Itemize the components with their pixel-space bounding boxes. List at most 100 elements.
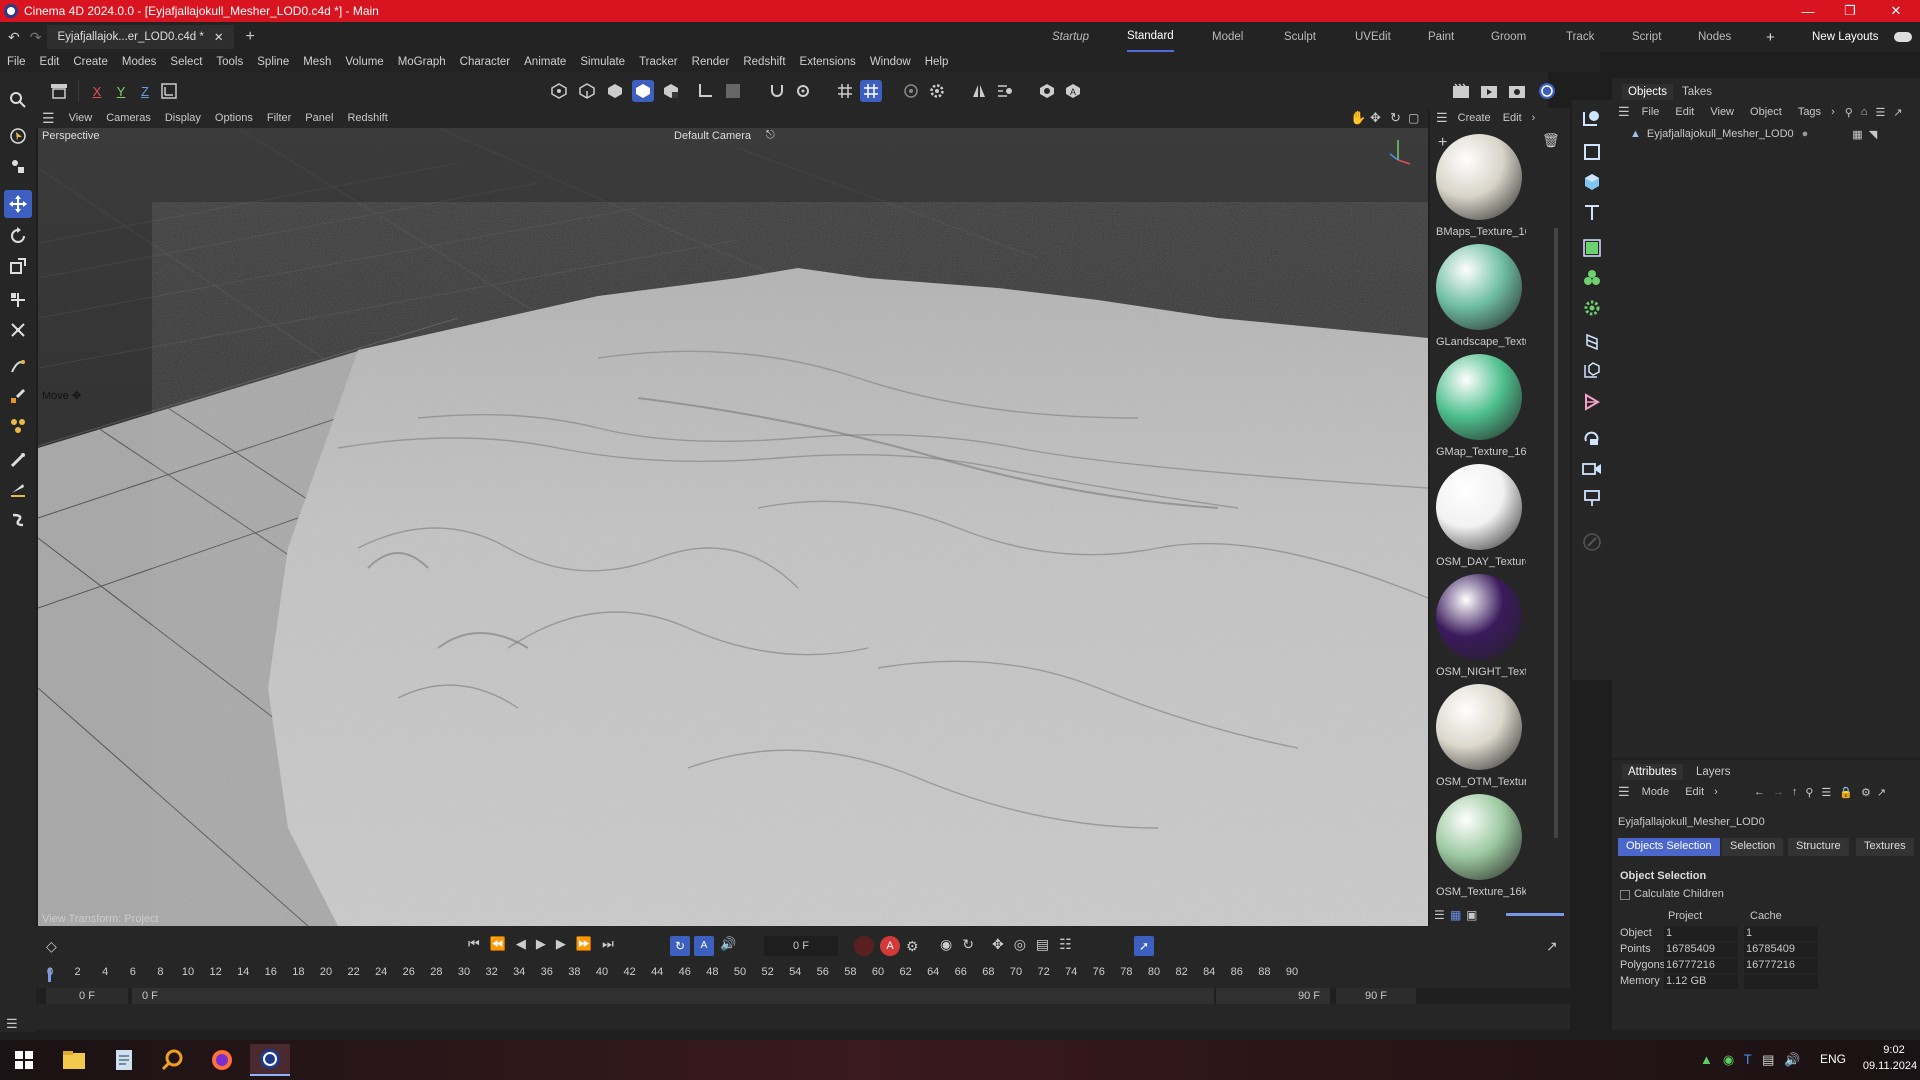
material-tag-icon[interactable]: ◥ [1869, 128, 1877, 141]
layout-startup[interactable]: Startup [1052, 22, 1089, 52]
viewport-menu-panel[interactable]: Panel [305, 112, 333, 124]
menu-simulate[interactable]: Simulate [580, 56, 625, 68]
axis-mode-icon[interactable] [694, 80, 716, 102]
objects-menu-view[interactable]: View [1710, 106, 1734, 118]
object-mode-icon[interactable] [46, 80, 72, 102]
magnet-tool-icon[interactable] [4, 506, 32, 534]
clock-time[interactable]: 9:02 [1874, 1044, 1914, 1056]
material-swatch[interactable]: OSM_NIGHT_Textu [1432, 574, 1526, 684]
search-app-icon[interactable] [152, 1044, 192, 1076]
transform-tool-icon[interactable] [4, 286, 32, 314]
back-arrow-icon[interactable]: ← [1754, 786, 1765, 798]
material-swatch[interactable]: GLandscape_Textu [1432, 244, 1526, 354]
material-swatch[interactable]: OSM_DAY_Texture [1432, 464, 1526, 574]
rotate-tool-icon[interactable] [4, 222, 32, 250]
volume-icon[interactable]: 🔊 [1784, 1052, 1800, 1068]
field-icon[interactable] [1578, 356, 1606, 384]
edges-mode-icon[interactable] [576, 80, 598, 102]
light-object-icon[interactable] [1578, 484, 1606, 512]
attributes-menu-more-icon[interactable]: › [1714, 786, 1718, 798]
keyframe-settings-icon[interactable]: ⚙ [906, 938, 919, 955]
start-frame-field[interactable]: 0 F [46, 988, 128, 1004]
primitive-cube-icon[interactable] [1578, 168, 1606, 196]
menu-mograph[interactable]: MoGraph [398, 56, 446, 68]
windows-start-icon[interactable] [4, 1044, 44, 1076]
cloner-icon[interactable] [1578, 264, 1606, 292]
close-icon[interactable]: ✕ [1876, 0, 1916, 22]
objects-menu-more-icon[interactable]: › [1831, 106, 1835, 118]
menu-render[interactable]: Render [692, 56, 730, 68]
move-tool-icon[interactable] [4, 190, 32, 218]
menu-extensions[interactable]: Extensions [800, 56, 856, 68]
render-view-icon[interactable] [1450, 80, 1472, 102]
network-icon[interactable]: ▤ [1762, 1052, 1774, 1068]
brush-icon[interactable] [4, 446, 32, 474]
viewport-name[interactable]: Perspective [42, 130, 99, 142]
menu-file[interactable]: File [7, 56, 26, 68]
x-axis-lock[interactable]: X [86, 80, 108, 102]
new-layouts-toggle[interactable] [1894, 32, 1912, 42]
menu-create[interactable]: Create [73, 56, 108, 68]
objects-menu-edit[interactable]: Edit [1675, 106, 1694, 118]
forward-arrow-icon[interactable]: → [1773, 786, 1784, 798]
attributes-menu-mode[interactable]: Mode [1642, 786, 1670, 798]
enable-snapping-icon[interactable] [792, 80, 814, 102]
material-menu-edit[interactable]: Edit [1503, 112, 1522, 124]
redo-icon[interactable]: ↷ [30, 29, 42, 46]
polygons-mode-icon[interactable] [604, 80, 626, 102]
objects-search-icon[interactable]: ⚲ [1845, 106, 1853, 119]
camera-object-icon[interactable] [1578, 454, 1606, 482]
record-position-icon[interactable]: ◉ [940, 936, 952, 953]
layout-groom[interactable]: Groom [1491, 22, 1526, 52]
autokey-icon[interactable]: A [880, 936, 900, 956]
hamburger-icon[interactable]: ☰ [42, 110, 55, 127]
viewport-menu-options[interactable]: Options [215, 112, 253, 124]
attributes-undock-icon[interactable]: ↗ [1877, 786, 1886, 799]
objects-menu-tags[interactable]: Tags [1798, 106, 1821, 118]
material-menu-create[interactable]: Create [1458, 112, 1491, 124]
viewport-menu-redshift[interactable]: Redshift [347, 112, 387, 124]
effector-gear-icon[interactable] [1578, 294, 1606, 322]
layout-nodes[interactable]: Nodes [1698, 22, 1731, 52]
layout-model[interactable]: Model [1212, 22, 1243, 52]
snap-transform-icon[interactable] [4, 316, 32, 344]
viewport-menu-display[interactable]: Display [165, 112, 201, 124]
go-to-start-icon[interactable]: ⏮ [468, 936, 480, 952]
render-settings-icon[interactable] [1506, 80, 1528, 102]
motion-mode-icon[interactable]: ✥ [992, 936, 1004, 953]
scale-tool-icon[interactable] [4, 252, 32, 280]
live-selection-icon[interactable] [4, 152, 32, 180]
layer-tag-icon[interactable]: ▦ [1852, 128, 1862, 141]
timeline-ruler-icon[interactable]: ☷ [1059, 936, 1072, 953]
tab-objects[interactable]: Objects [1622, 84, 1673, 100]
layout-script[interactable]: Script [1632, 22, 1661, 52]
add-layout-icon[interactable]: + [1766, 22, 1775, 52]
modeling-settings-icon[interactable] [994, 80, 1016, 102]
viewport-solo-icon[interactable] [900, 80, 922, 102]
menu-edit[interactable]: Edit [40, 56, 60, 68]
redshift-auto-icon[interactable]: A [1062, 80, 1084, 102]
viewport-perspective[interactable]: Perspective Default Camera ⎋ Move ✥ View… [38, 128, 1428, 926]
render-to-picture-viewer-icon[interactable] [1478, 80, 1500, 102]
add-tab-icon[interactable]: + [246, 28, 255, 46]
menu-mesh[interactable]: Mesh [303, 56, 331, 68]
menu-help[interactable]: Help [925, 56, 949, 68]
subtab-textures[interactable]: Textures [1856, 838, 1914, 856]
preview-range-start[interactable]: 0 F [132, 988, 1214, 1004]
bluetooth-icon[interactable]: Ꭲ [1744, 1052, 1752, 1068]
viewport-menu-filter[interactable]: Filter [267, 112, 291, 124]
model-mode-icon[interactable] [632, 80, 654, 102]
y-axis-lock[interactable]: Y [110, 80, 132, 102]
large-view-icon[interactable]: ▣ [1466, 908, 1477, 922]
objects-menu-icon[interactable]: ☰ [1618, 104, 1630, 120]
attributes-config-icon[interactable]: ⚙ [1861, 786, 1871, 799]
status-menu-icon[interactable]: ☰ [6, 1016, 18, 1032]
layout-sculpt[interactable]: Sculpt [1284, 22, 1316, 52]
knife-tool-icon[interactable] [4, 476, 32, 504]
menu-redshift[interactable]: Redshift [743, 56, 785, 68]
symmetry-icon[interactable] [968, 80, 990, 102]
material-swatch[interactable]: OSM_OTM_Textur [1432, 684, 1526, 794]
z-axis-lock[interactable]: Z [134, 80, 156, 102]
grid-snap-icon[interactable] [860, 80, 882, 102]
tab-attributes[interactable]: Attributes [1622, 764, 1683, 780]
